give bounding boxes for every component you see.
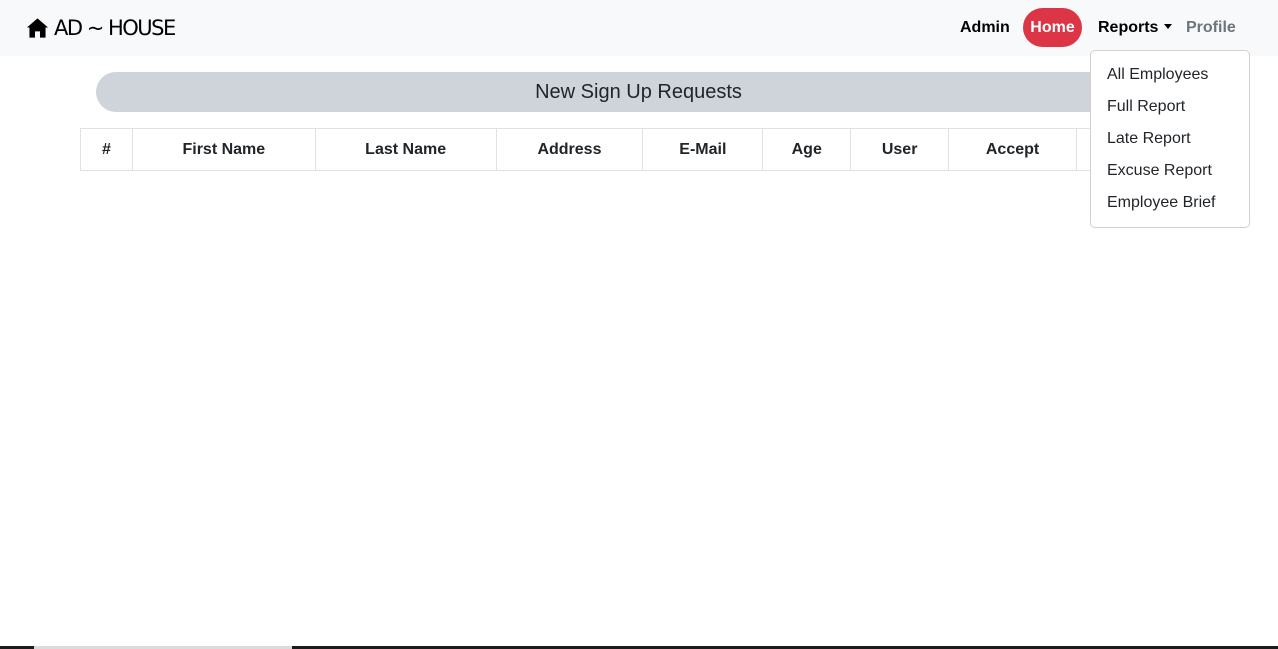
- column-header-email: E-Mail: [642, 128, 764, 171]
- column-header-accept: Accept: [948, 128, 1077, 171]
- brand-link[interactable]: AD ~ HOUSE: [26, 15, 176, 41]
- sign-up-requests-table: # First Name Last Name Address E-Mail Ag…: [80, 128, 1111, 171]
- column-header-user: User: [850, 128, 950, 171]
- caret-down-icon: [1164, 24, 1173, 29]
- dropdown-item-excuse-report[interactable]: Excuse Report: [1091, 155, 1249, 187]
- table-header: # First Name Last Name Address E-Mail Ag…: [80, 128, 1111, 171]
- table-header-row: # First Name Last Name Address E-Mail Ag…: [80, 128, 1111, 171]
- dropdown-item-all-employees[interactable]: All Employees: [1091, 59, 1249, 91]
- column-header-number: #: [80, 128, 133, 171]
- navbar: AD ~ HOUSE Admin Home Reports Profile: [0, 0, 1278, 56]
- nav-admin[interactable]: Admin: [960, 8, 1010, 48]
- brand-name: AD ~ HOUSE: [54, 16, 176, 40]
- dropdown-item-late-report[interactable]: Late Report: [1091, 123, 1249, 155]
- nav-reports-dropdown-toggle[interactable]: Reports: [1098, 8, 1173, 48]
- column-header-last-name: Last Name: [314, 128, 497, 171]
- home-icon-svg: [26, 18, 49, 38]
- page-title: New Sign Up Requests: [96, 72, 1181, 112]
- dropdown-item-full-report[interactable]: Full Report: [1091, 91, 1249, 123]
- nav-reports-label: Reports: [1098, 19, 1159, 36]
- dropdown-item-employee-brief[interactable]: Employee Brief: [1091, 187, 1249, 219]
- nav-profile[interactable]: Profile: [1186, 8, 1236, 48]
- column-header-first-name: First Name: [131, 128, 316, 171]
- reports-dropdown-menu: All Employees Full Report Late Report Ex…: [1090, 50, 1250, 228]
- column-header-address: Address: [495, 128, 644, 171]
- nav-home-button[interactable]: Home: [1023, 8, 1082, 47]
- column-header-age: Age: [762, 128, 852, 171]
- home-icon: [26, 17, 49, 39]
